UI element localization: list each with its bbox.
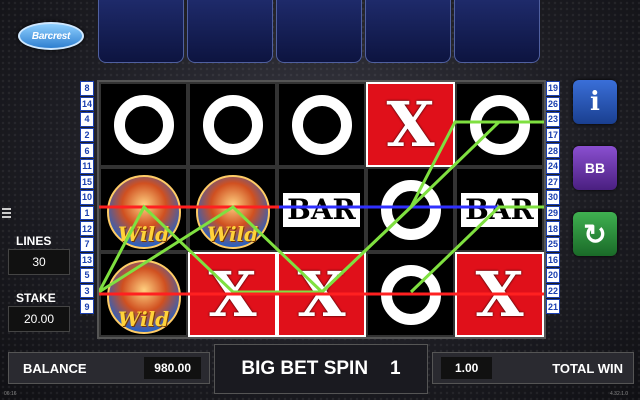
symbol-wild: Wild	[99, 252, 188, 337]
stake-value[interactable]: 20.00	[8, 306, 70, 332]
symbol-x: X	[366, 82, 455, 167]
symbol-o	[366, 167, 455, 252]
info-button[interactable]: i	[573, 80, 617, 124]
payline-number[interactable]: 3	[80, 283, 94, 299]
payline-number[interactable]: 22	[546, 283, 560, 299]
clock-text: 06:16	[4, 391, 17, 397]
symbol-bar: BAR	[455, 167, 544, 252]
payline-number[interactable]: 26	[546, 96, 560, 112]
bar-text: BAR	[283, 188, 360, 231]
big-bet-icon: BB	[584, 160, 606, 176]
total-win-panel: 1.00 TOTAL WIN	[432, 352, 634, 384]
barcrest-logo: Barcrest	[18, 22, 84, 50]
replay-icon: ↻	[583, 218, 607, 250]
payline-number[interactable]: 2	[80, 127, 94, 143]
symbol-o	[366, 252, 455, 337]
payline-number[interactable]: 13	[80, 252, 94, 268]
payline-number[interactable]: 6	[80, 143, 94, 158]
wild-text: Wild	[117, 307, 170, 331]
o-ring-icon	[291, 94, 352, 155]
symbol-o	[277, 82, 366, 167]
x-text: X	[208, 258, 257, 331]
payline-number[interactable]: 9	[80, 299, 94, 314]
payline-number[interactable]: 27	[546, 174, 560, 190]
top-slot	[187, 0, 273, 63]
lines-value[interactable]: 30	[8, 249, 70, 275]
o-ring-icon	[380, 264, 441, 325]
payline-number[interactable]: 5	[80, 268, 94, 283]
balance-panel: BALANCE 980.00	[8, 352, 210, 384]
o-ring-icon	[202, 94, 263, 155]
payline-number[interactable]: 14	[80, 96, 94, 112]
payline-number[interactable]: 17	[546, 127, 560, 143]
reel-area[interactable]: Wild Wild Wild X BAR X X BAR X	[97, 80, 546, 339]
lines-label: LINES	[16, 234, 52, 248]
stake-label: STAKE	[16, 291, 56, 305]
payline-number[interactable]: 20	[546, 268, 560, 283]
symbol-x: X	[277, 252, 366, 337]
payline-number[interactable]: 25	[546, 236, 560, 252]
payline-number[interactable]: 29	[546, 205, 560, 221]
x-text: X	[386, 88, 435, 161]
payline-number[interactable]: 24	[546, 158, 560, 174]
top-slot	[454, 0, 540, 63]
x-text: X	[475, 258, 524, 331]
total-win-value: 1.00	[441, 357, 493, 379]
balance-value: 980.00	[144, 357, 201, 379]
x-text: X	[297, 258, 346, 331]
o-ring-icon	[113, 94, 174, 155]
version-text: 4.32.1.0	[610, 391, 629, 397]
payline-number[interactable]: 1	[80, 205, 94, 221]
top-slot	[276, 0, 362, 63]
payline-number[interactable]: 7	[80, 236, 94, 252]
left-payline-numbers: 8 14 4 2 6 11 15 10 1 12 7 13 5 3 9	[80, 81, 94, 314]
symbol-bar: BAR	[277, 167, 366, 252]
spin-label: BIG BET SPIN	[241, 358, 369, 379]
symbol-o	[455, 82, 544, 167]
payline-number[interactable]: 4	[80, 112, 94, 127]
big-bet-button[interactable]: BB	[573, 146, 617, 190]
payline-number[interactable]: 10	[80, 190, 94, 205]
payline-number[interactable]: 18	[546, 221, 560, 236]
wild-text: Wild	[117, 222, 170, 246]
menu-icon[interactable]	[2, 208, 11, 220]
payline-number[interactable]: 28	[546, 143, 560, 158]
bar-text: BAR	[461, 188, 538, 231]
payline-number[interactable]: 15	[80, 174, 94, 190]
info-icon: i	[590, 87, 600, 117]
o-ring-icon	[380, 179, 441, 240]
symbol-o	[99, 82, 188, 167]
right-payline-numbers: 19 26 23 17 28 24 27 30 29 18 25 16 20 22 21	[546, 81, 560, 314]
o-ring-icon	[469, 94, 530, 155]
spin-button[interactable]: BIG BET SPIN 1	[214, 344, 428, 394]
payline-number[interactable]: 8	[80, 81, 94, 96]
payline-number[interactable]: 16	[546, 252, 560, 268]
payline-number[interactable]: 30	[546, 190, 560, 205]
balance-label: BALANCE	[23, 360, 87, 376]
payline-number[interactable]: 12	[80, 221, 94, 236]
top-slot	[365, 0, 451, 63]
symbol-o	[188, 82, 277, 167]
payline-number[interactable]: 21	[546, 299, 560, 314]
payline-number[interactable]: 11	[80, 158, 94, 174]
replay-button[interactable]: ↻	[573, 212, 617, 256]
total-win-label: TOTAL WIN	[552, 360, 623, 376]
wild-text: Wild	[206, 222, 259, 246]
symbol-x: X	[188, 252, 277, 337]
symbol-wild: Wild	[188, 167, 277, 252]
symbol-x: X	[455, 252, 544, 337]
top-slot	[98, 0, 184, 63]
spin-count: 1	[390, 358, 401, 379]
payline-number[interactable]: 19	[546, 81, 560, 96]
symbol-wild: Wild	[99, 167, 188, 252]
payline-number[interactable]: 23	[546, 112, 560, 127]
